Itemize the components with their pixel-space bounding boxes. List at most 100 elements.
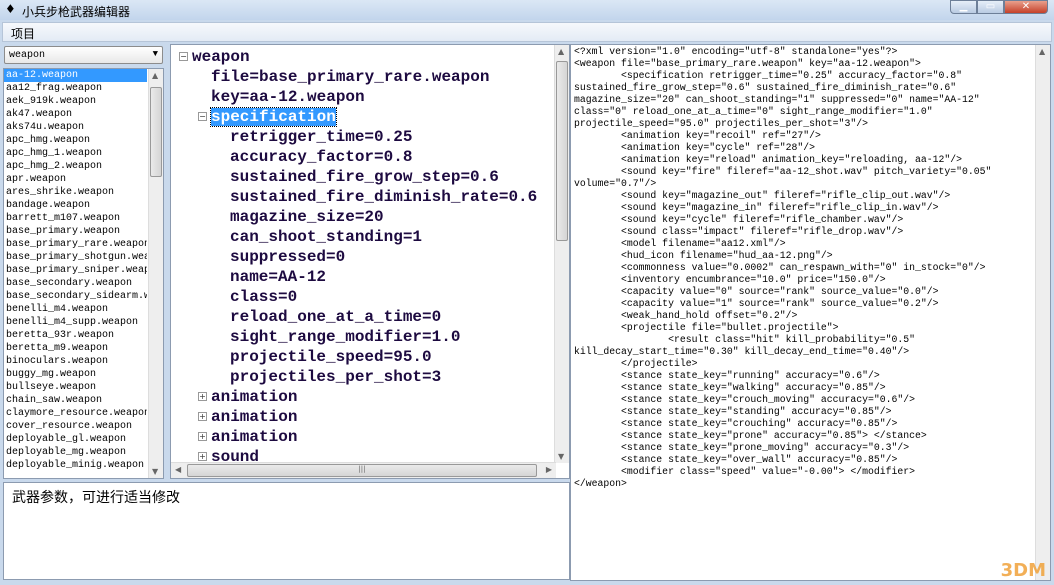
scroll-down-icon[interactable]: ▼	[152, 467, 158, 476]
app-icon: ♦	[5, 2, 16, 16]
tree-node[interactable]: key=aa-12.weapon	[211, 87, 365, 107]
file-list-item[interactable]: aks74u.weapon	[4, 121, 147, 134]
file-list-item[interactable]: base_primary_rare.weapon	[4, 238, 147, 251]
file-list-item[interactable]: base_primary.weapon	[4, 225, 147, 238]
file-list-item[interactable]: aa-12.weapon	[4, 69, 147, 82]
tree-node[interactable]: projectile_speed=95.0	[230, 347, 432, 367]
description-textarea[interactable]: 武器参数，可进行适当修改	[3, 482, 570, 580]
scroll-thumb[interactable]	[150, 87, 162, 177]
file-list-item[interactable]: base_secondary.weapon	[4, 277, 147, 290]
maximize-button[interactable]: ▭	[977, 0, 1004, 14]
file-list-item[interactable]: binoculars.weapon	[4, 355, 147, 368]
file-type-value: weapon	[9, 50, 46, 61]
tree-node-label: projectile_speed=95.0	[230, 348, 432, 366]
tree-node[interactable]: file=base_primary_rare.weapon	[211, 67, 489, 87]
tree-node-label: reload_one_at_a_time=0	[230, 308, 442, 326]
close-button[interactable]: ✕	[1004, 0, 1048, 14]
expand-icon[interactable]: +	[198, 432, 207, 442]
tree-node[interactable]: + sound	[198, 447, 259, 467]
tree-node-label: file=base_primary_rare.weapon	[211, 68, 490, 86]
file-list-item[interactable]: deployable_gl.weapon	[4, 433, 147, 446]
file-list-item[interactable]: beretta_m9.weapon	[4, 342, 147, 355]
file-list-item[interactable]: deployable_minig.weapon	[4, 459, 147, 472]
expand-icon[interactable]: +	[198, 392, 207, 402]
file-list-item[interactable]: bullseye.weapon	[4, 381, 147, 394]
scroll-up-icon[interactable]: ▲	[1039, 47, 1045, 56]
tree-node[interactable]: + animation	[198, 387, 297, 407]
tree-node[interactable]: + animation	[198, 407, 297, 427]
tree-node[interactable]: magazine_size=20	[230, 207, 384, 227]
scroll-thumb[interactable]	[556, 61, 568, 241]
tree-node-label: animation	[211, 408, 298, 426]
tree-node[interactable]: sight_range_modifier=1.0	[230, 327, 460, 347]
file-list-item[interactable]: ares_shrike.weapon	[4, 186, 147, 199]
file-list-item[interactable]: beretta_93r.weapon	[4, 329, 147, 342]
file-list-item[interactable]: claymore_resource.weapon	[4, 407, 147, 420]
tree-node[interactable]: reload_one_at_a_time=0	[230, 307, 441, 327]
scroll-up-icon[interactable]: ▲	[558, 47, 564, 56]
file-type-select[interactable]: weapon ▼	[4, 46, 163, 64]
tree-node[interactable]: can_shoot_standing=1	[230, 227, 422, 247]
file-list-item[interactable]: apc_hmg_2.weapon	[4, 160, 147, 173]
window-title: 小兵步枪武器编辑器	[22, 5, 131, 19]
file-list-item[interactable]: barrett_m107.weapon	[4, 212, 147, 225]
file-list-item[interactable]: chain_saw.weapon	[4, 394, 147, 407]
scroll-right-icon[interactable]: ▶	[546, 465, 552, 474]
menu-bar: 项目	[2, 22, 1052, 42]
file-list-item[interactable]: apc_hmg.weapon	[4, 134, 147, 147]
file-list-item[interactable]: base_secondary_sidearm.weapon	[4, 290, 147, 303]
tree-node[interactable]: retrigger_time=0.25	[230, 127, 412, 147]
tree-node[interactable]: projectiles_per_shot=3	[230, 367, 441, 387]
file-list-item[interactable]: benelli_m4_supp.weapon	[4, 316, 147, 329]
file-list-item[interactable]: base_primary_shotgun.weapon	[4, 251, 147, 264]
tree-node-label: key=aa-12.weapon	[211, 88, 365, 106]
file-list-item[interactable]: deployable_mg.weapon	[4, 446, 147, 459]
expand-icon[interactable]: +	[198, 412, 207, 422]
file-list-item[interactable]: apr.weapon	[4, 173, 147, 186]
scroll-up-icon[interactable]: ▲	[152, 71, 158, 80]
expand-icon[interactable]: +	[198, 452, 207, 462]
tree-node-label: sustained_fire_grow_step=0.6	[230, 168, 499, 186]
watermark-logo: 3DM	[1000, 560, 1046, 581]
file-list-item[interactable]: base_primary_sniper.weapon	[4, 264, 147, 277]
file-list-item[interactable]: bandage.weapon	[4, 199, 147, 212]
xml-vertical-scrollbar[interactable]: ▲	[1035, 45, 1050, 580]
xml-tree: ▲ ▼ ◀ ||| ▶ − weapon file=base_primary_rar…	[170, 44, 570, 479]
tree-node-label: animation	[211, 388, 298, 406]
description-text: 武器参数，可进行适当修改	[12, 490, 180, 506]
tree-node[interactable]: + animation	[198, 427, 297, 447]
collapse-icon[interactable]: −	[198, 112, 207, 122]
tree-node[interactable]: sustained_fire_diminish_rate=0.6	[230, 187, 537, 207]
file-list-scrollbar[interactable]: ▲ ▼	[148, 69, 163, 478]
minimize-button[interactable]: ▁	[950, 0, 977, 14]
tree-node-label: sight_range_modifier=1.0	[230, 328, 461, 346]
tree-node-label: class=0	[230, 288, 298, 306]
file-list-item[interactable]: cover_resource.weapon	[4, 420, 147, 433]
scroll-left-icon[interactable]: ◀	[175, 465, 181, 474]
file-list-item[interactable]: apc_hmg_1.weapon	[4, 147, 147, 160]
tree-node[interactable]: name=AA-12	[230, 267, 326, 287]
xml-source-view[interactable]: <?xml version="1.0" encoding="utf-8" sta…	[570, 44, 1051, 581]
tree-node[interactable]: sustained_fire_grow_step=0.6	[230, 167, 499, 187]
tree-node[interactable]: − weapon	[179, 47, 250, 67]
xml-source-text: <?xml version="1.0" encoding="utf-8" sta…	[574, 46, 992, 489]
file-list-item[interactable]: ak47.weapon	[4, 108, 147, 121]
file-list-item[interactable]: buggy_mg.weapon	[4, 368, 147, 381]
file-list-item[interactable]: aek_919k.weapon	[4, 95, 147, 108]
scroll-down-icon[interactable]: ▼	[558, 452, 564, 461]
tree-node[interactable]: class=0	[230, 287, 297, 307]
tree-node-label: suppressed=0	[230, 248, 346, 266]
tree-node[interactable]: accuracy_factor=0.8	[230, 147, 412, 167]
tree-vertical-scrollbar[interactable]: ▲ ▼	[554, 45, 569, 463]
tree-node-label: name=AA-12	[230, 268, 327, 286]
collapse-icon[interactable]: −	[179, 52, 188, 62]
tree-node-label: retrigger_time=0.25	[230, 128, 413, 146]
file-list-item[interactable]: benelli_m4.weapon	[4, 303, 147, 316]
tree-node-label: sound	[211, 448, 260, 466]
tree-node[interactable]: − specification	[198, 107, 337, 127]
file-list-item[interactable]: aa12_frag.weapon	[4, 82, 147, 95]
menu-item-project[interactable]: 项目	[11, 25, 35, 42]
tree-node-label: projectiles_per_shot=3	[230, 368, 442, 386]
title-bar: ♦ 小兵步枪武器编辑器 ▁ ▭ ✕	[0, 0, 1054, 20]
tree-node[interactable]: suppressed=0	[230, 247, 345, 267]
